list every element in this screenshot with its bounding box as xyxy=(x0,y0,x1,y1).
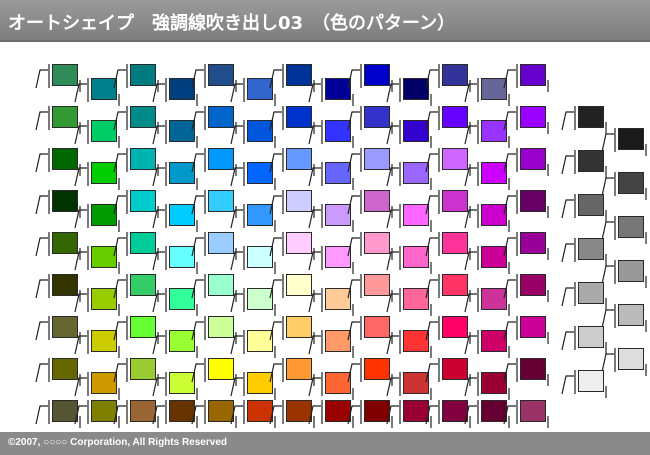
color-swatch xyxy=(618,260,644,282)
color-swatch xyxy=(618,128,644,150)
callout-swatch-r5-c12 xyxy=(502,272,558,302)
color-swatch xyxy=(520,64,546,86)
color-swatch xyxy=(618,348,644,370)
color-swatch xyxy=(618,304,644,326)
color-swatch xyxy=(520,106,546,128)
color-swatch xyxy=(520,232,546,254)
color-swatch xyxy=(520,274,546,296)
color-swatch xyxy=(520,148,546,170)
callout-swatch-r1-c12 xyxy=(502,104,558,134)
callout-swatch-r2-c12 xyxy=(502,146,558,176)
color-swatch xyxy=(578,106,604,128)
callout-swatch-r4-c12 xyxy=(502,230,558,260)
callout-swatch-r7-c12 xyxy=(502,356,558,386)
color-swatch xyxy=(520,316,546,338)
gray-swatch-12 xyxy=(560,368,616,398)
copyright-text: ©2007, ○○○○ Corporation, All Rights Rese… xyxy=(8,437,227,448)
color-swatch xyxy=(578,238,604,260)
color-swatch xyxy=(618,172,644,194)
color-swatch xyxy=(578,194,604,216)
callout-swatch-r6-c12 xyxy=(502,314,558,344)
color-swatch xyxy=(520,190,546,212)
color-swatch xyxy=(520,358,546,380)
color-swatch xyxy=(578,326,604,348)
callout-swatch-r8-c12 xyxy=(502,398,558,428)
callout-swatch-r3-c12 xyxy=(502,188,558,218)
color-swatch xyxy=(578,370,604,392)
color-swatch xyxy=(520,400,546,422)
color-swatch xyxy=(578,150,604,172)
swatch-grid xyxy=(0,0,650,455)
color-swatch xyxy=(578,282,604,304)
callout-swatch-r0-c12 xyxy=(502,62,558,92)
footer-bar: ©2007, ○○○○ Corporation, All Rights Rese… xyxy=(0,432,650,455)
color-swatch xyxy=(618,216,644,238)
